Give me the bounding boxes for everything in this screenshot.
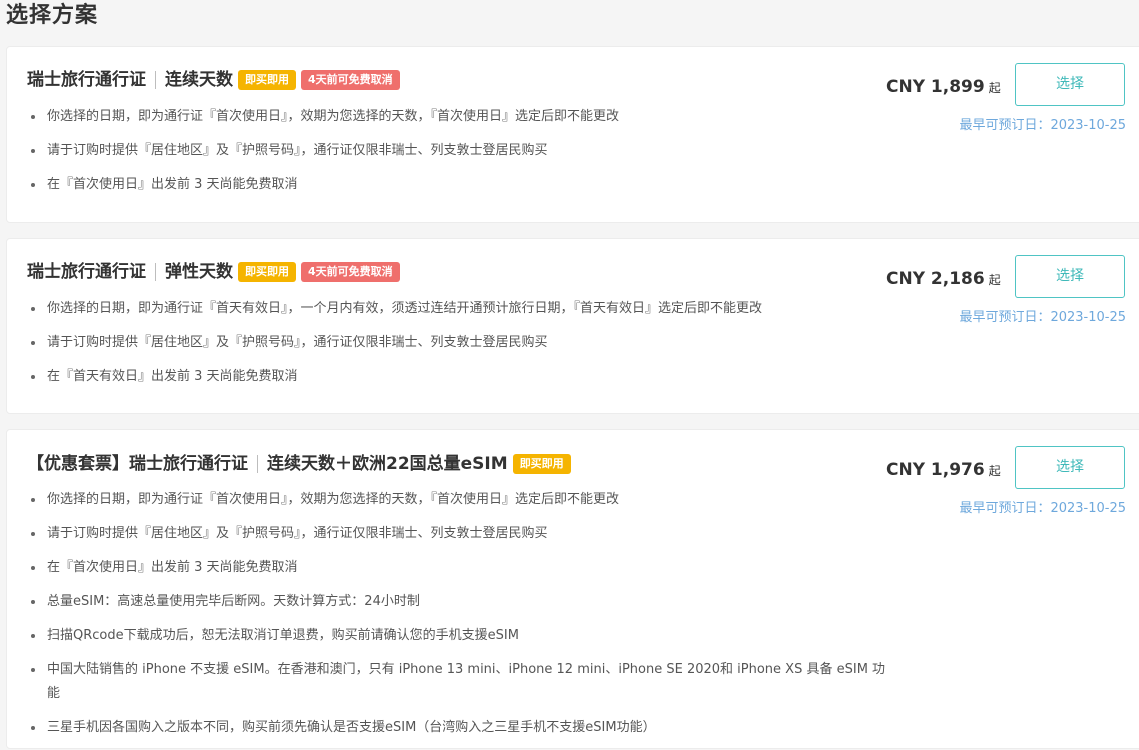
plan-detail-item: 在『首天有效日』出发前 3 天尚能免费取消	[27, 365, 897, 389]
price-amount: CNY 2,186	[886, 269, 985, 289]
plan-variant: 连续天数＋欧洲22国总量eSIM	[267, 454, 508, 474]
instant-use-badge: 即买即用	[238, 262, 296, 282]
plan-detail-item: 请于订购时提供『居住地区』及『护照号码』，通行证仅限非瑞士、列支敦士登居民购买	[27, 522, 897, 546]
plan-price: CNY 2,186 起	[886, 267, 1001, 292]
plan-detail-item: 在『首次使用日』出发前 3 天尚能免费取消	[27, 173, 897, 197]
page-title: 选择方案	[6, 3, 99, 28]
plan-card: 【优惠套票】瑞士旅行通行证 连续天数＋欧洲22国总量eSIM 即买即用 你选择的…	[6, 429, 1139, 749]
plan-detail-item: 请于订购时提供『居住地区』及『护照号码』，通行证仅限非瑞士、列支敦士登居民购买	[27, 139, 897, 163]
plan-variant: 连续天数	[165, 70, 233, 90]
plan-detail-item: 中国大陆销售的 iPhone 不支援 eSIM。在香港和澳门，只有 iPhone…	[27, 658, 897, 706]
plan-details-list: 你选择的日期，即为通行证『首次使用日』，效期为您选择的天数，『首次使用日』选定后…	[27, 105, 897, 207]
plan-details-list: 你选择的日期，即为通行证『首次使用日』，效期为您选择的天数，『首次使用日』选定后…	[27, 488, 897, 750]
instant-use-badge: 即买即用	[238, 70, 296, 90]
price-from-suffix: 起	[988, 464, 1001, 478]
select-plan-button[interactable]: 选择	[1015, 446, 1125, 489]
plan-price: CNY 1,976 起	[886, 458, 1001, 483]
plan-price: CNY 1,899 起	[886, 75, 1001, 100]
plan-card: 瑞士旅行通行证 弹性天数 即买即用 4天前可免费取消 你选择的日期，即为通行证『…	[6, 238, 1139, 414]
plan-detail-item: 总量eSIM：高速总量使用完毕后断网。天数计算方式：24小时制	[27, 590, 897, 614]
plan-title-row: 瑞士旅行通行证 连续天数 即买即用 4天前可免费取消	[27, 68, 400, 92]
plan-detail-item: 在『首次使用日』出发前 3 天尚能免费取消	[27, 556, 897, 580]
select-plan-button[interactable]: 选择	[1015, 255, 1125, 298]
price-amount: CNY 1,976	[886, 460, 985, 480]
title-divider	[155, 263, 156, 281]
plan-detail-item: 扫描QRcode下载成功后，恕无法取消订单退费，购买前请确认您的手机支援eSIM	[27, 624, 897, 648]
plan-title-row: 【优惠套票】瑞士旅行通行证 连续天数＋欧洲22国总量eSIM 即买即用	[27, 452, 571, 476]
plan-name: 【优惠套票】瑞士旅行通行证	[27, 454, 248, 474]
plan-details-list: 你选择的日期，即为通行证『首天有效日』，一个月内有效，须透过连结开通预计旅行日期…	[27, 297, 897, 399]
plan-title-row: 瑞士旅行通行证 弹性天数 即买即用 4天前可免费取消	[27, 260, 400, 284]
plan-card: 瑞士旅行通行证 连续天数 即买即用 4天前可免费取消 你选择的日期，即为通行证『…	[6, 46, 1139, 223]
title-divider	[155, 71, 156, 89]
plan-detail-item: 你选择的日期，即为通行证『首次使用日』，效期为您选择的天数，『首次使用日』选定后…	[27, 488, 897, 512]
price-amount: CNY 1,899	[886, 77, 985, 97]
earliest-booking-date: 最早可预订日：2023-10-25	[959, 310, 1126, 325]
select-plan-button[interactable]: 选择	[1015, 63, 1125, 106]
plan-detail-item: 你选择的日期，即为通行证『首次使用日』，效期为您选择的天数，『首次使用日』选定后…	[27, 105, 897, 129]
instant-use-badge: 即买即用	[512, 454, 571, 474]
title-divider	[257, 455, 258, 473]
plan-detail-item: 你选择的日期，即为通行证『首天有效日』，一个月内有效，须透过连结开通预计旅行日期…	[27, 297, 897, 321]
plan-name: 瑞士旅行通行证	[27, 70, 146, 90]
plan-variant: 弹性天数	[165, 262, 233, 282]
free-cancel-badge: 4天前可免费取消	[301, 262, 400, 282]
plan-name: 瑞士旅行通行证	[27, 262, 146, 282]
price-from-suffix: 起	[988, 81, 1001, 95]
earliest-booking-date: 最早可预订日：2023-10-25	[959, 118, 1126, 133]
earliest-booking-date: 最早可预订日：2023-10-25	[959, 501, 1126, 516]
price-from-suffix: 起	[988, 273, 1001, 287]
plan-detail-item: 三星手机因各国购入之版本不同，购买前须先确认是否支援eSIM（台湾购入之三星手机…	[27, 716, 897, 740]
free-cancel-badge: 4天前可免费取消	[301, 70, 400, 90]
plan-detail-item: 请于订购时提供『居住地区』及『护照号码』，通行证仅限非瑞士、列支敦士登居民购买	[27, 331, 897, 355]
